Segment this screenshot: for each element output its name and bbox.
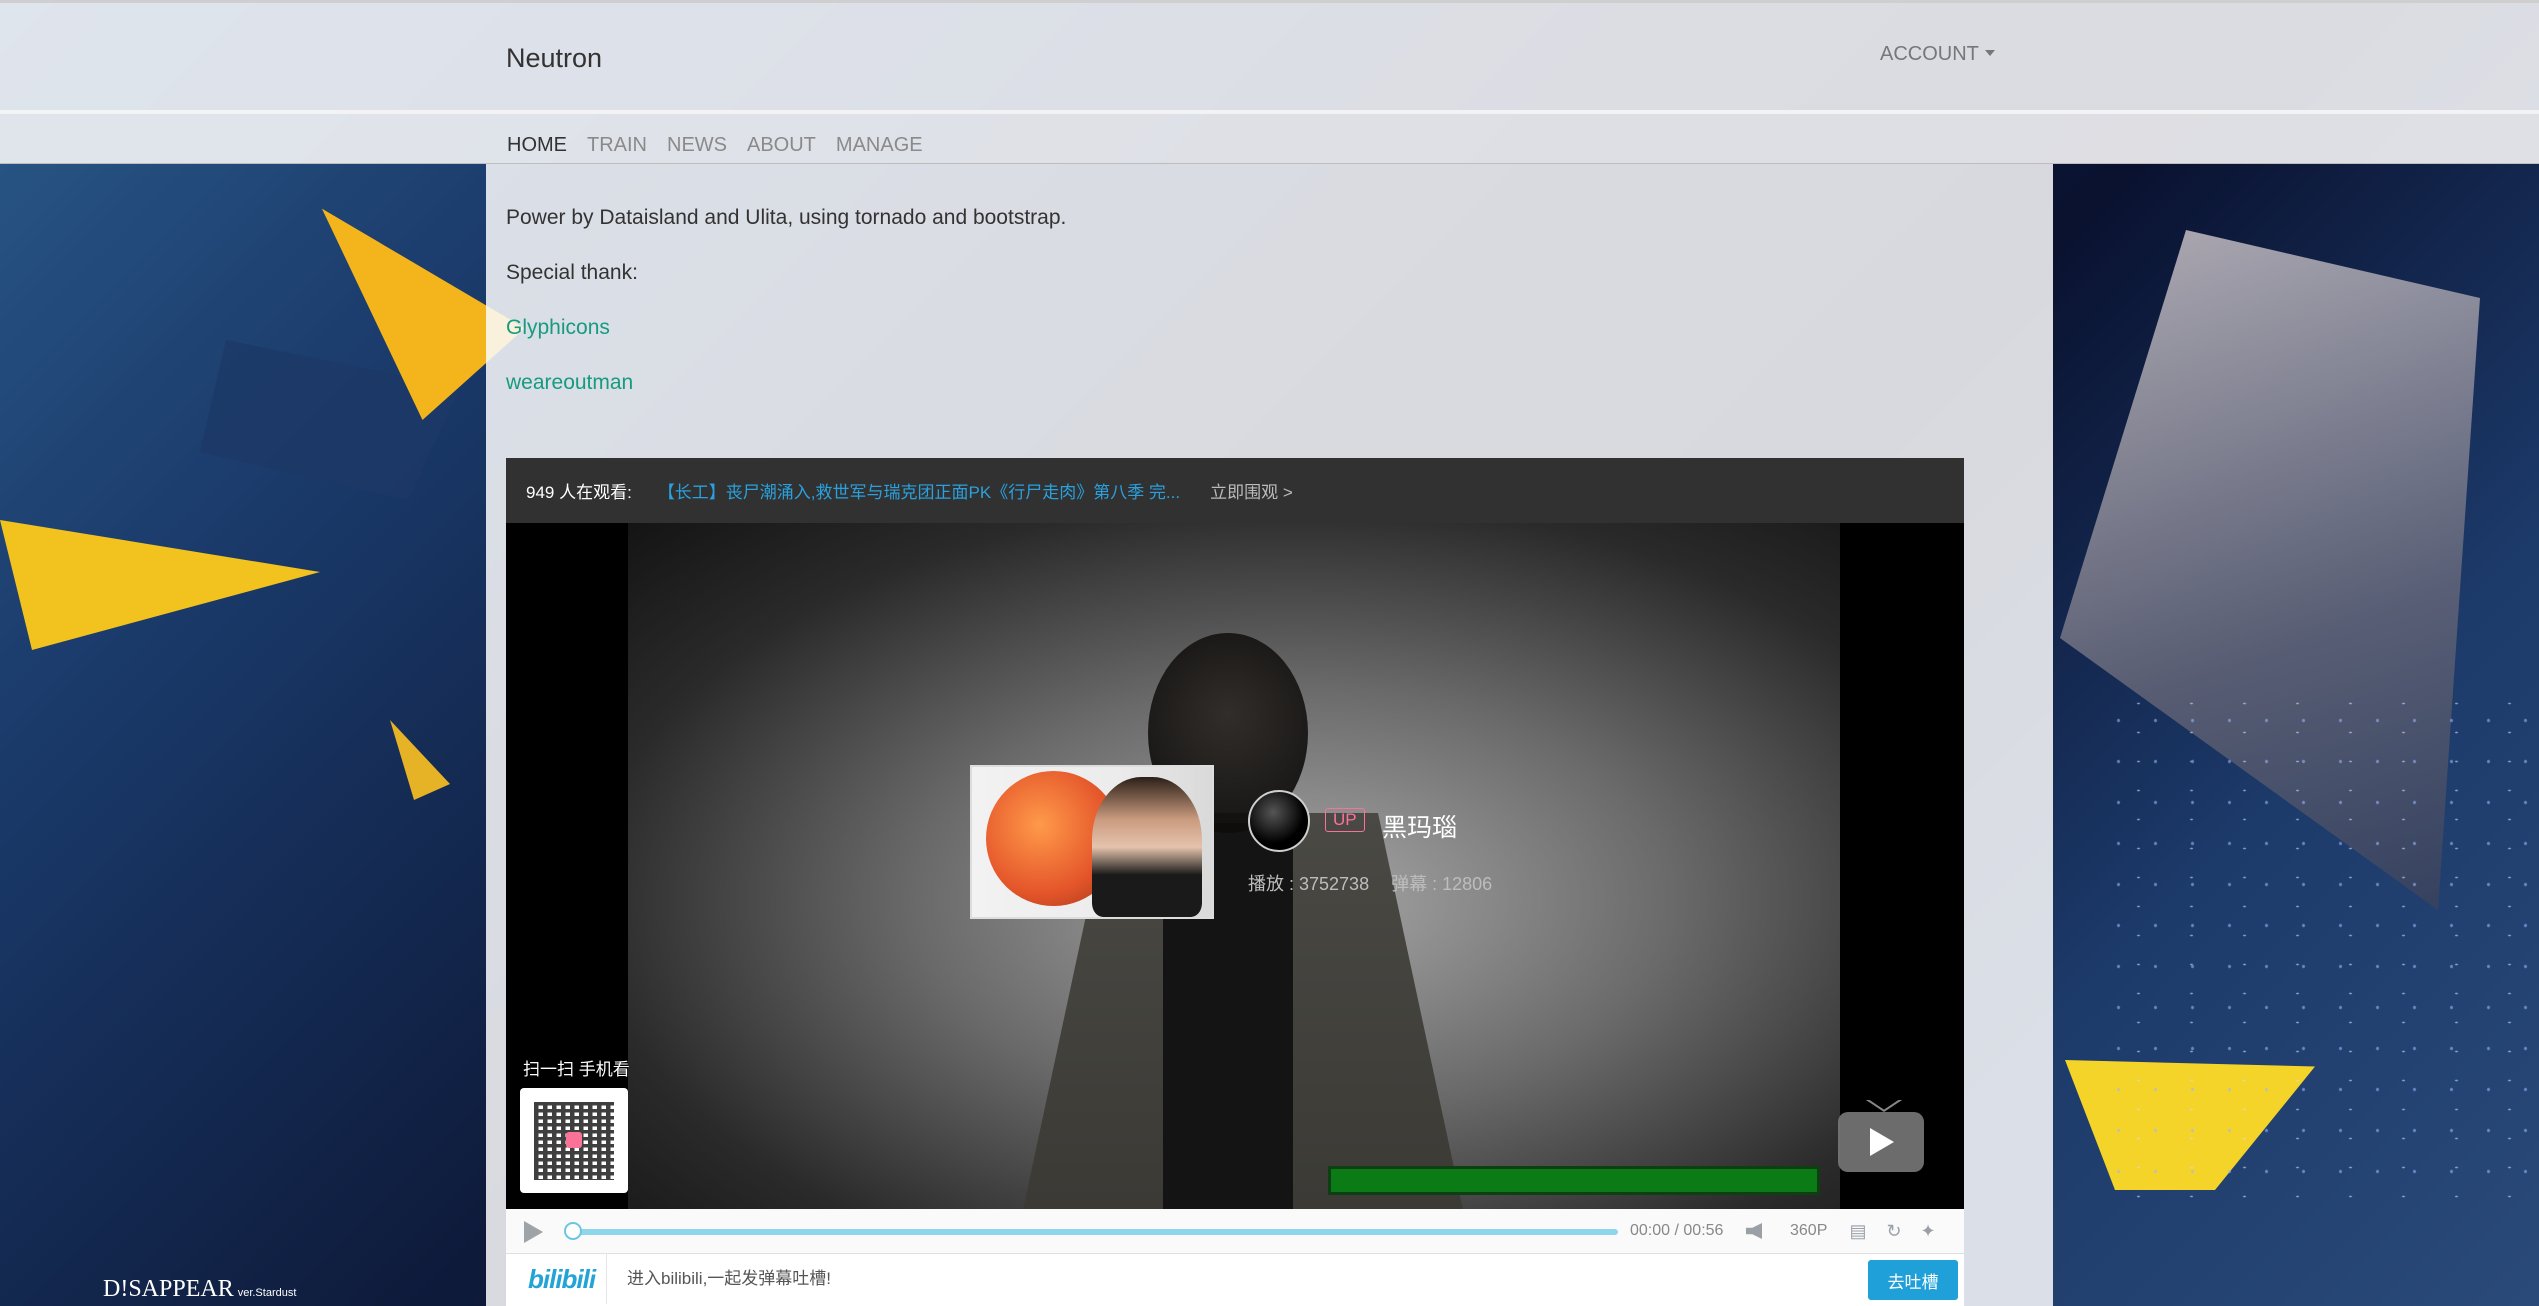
background-shard: [0, 520, 320, 650]
live-viewer-count: 949 人在观看:: [526, 483, 632, 502]
background-shard: [390, 720, 450, 800]
danmaku-bar: bilibili 去吐槽: [506, 1254, 1964, 1306]
watermark-title: D!SAPPEAR: [103, 1276, 234, 1302]
link-weareoutman[interactable]: weareoutman: [506, 371, 633, 394]
bilibili-logo[interactable]: bilibili: [528, 1264, 596, 1295]
time-display: 00:00 / 00:56: [1630, 1222, 1723, 1240]
background-sparkles: [2100, 700, 2539, 1200]
danmaku-input[interactable]: [606, 1254, 1756, 1304]
watch-now-link[interactable]: 立即围观 >: [1210, 478, 1293, 503]
live-title-link[interactable]: 【长工】丧尸潮涌入,救世军与瑞克团正面PK《行尸走肉》第八季 完...: [658, 478, 1180, 503]
live-bar: 949 人在观看: 【长工】丧尸潮涌入,救世军与瑞克团正面PK《行尸走肉》第八季…: [506, 458, 1964, 523]
uploader-name[interactable]: 黑玛瑙: [1382, 808, 1457, 844]
play-button[interactable]: [524, 1221, 543, 1243]
quality-selector[interactable]: 360P: [1790, 1222, 1827, 1240]
progress-knob[interactable]: [564, 1222, 582, 1240]
qr-label: 扫一扫 手机看: [523, 1060, 630, 1079]
nav-news[interactable]: NEWS: [657, 124, 737, 167]
time-current: 00:00: [1630, 1222, 1671, 1239]
uploader-avatar[interactable]: [1248, 790, 1310, 852]
video-frame[interactable]: [628, 523, 1840, 1209]
nav-links: HOME TRAIN NEWS ABOUT MANAGE: [497, 124, 933, 167]
thumbnail-person: [1092, 777, 1202, 917]
play-count: 播放 : 3752738: [1248, 874, 1370, 894]
volume-icon[interactable]: [1746, 1223, 1762, 1239]
bilibili-mini-icon: [566, 1132, 582, 1148]
player-controls: 00:00 / 00:56 360P ▤ ↻ ✦: [506, 1209, 1964, 1254]
nav-about[interactable]: ABOUT: [737, 124, 826, 167]
time-total: 00:56: [1683, 1222, 1724, 1239]
fullscreen-icon[interactable]: ✦: [1918, 1221, 1938, 1241]
up-badge: UP: [1325, 808, 1365, 832]
nav-manage[interactable]: MANAGE: [826, 124, 933, 167]
about-content: Power by Dataisland and Ulita, using tor…: [506, 206, 1066, 426]
loop-icon[interactable]: ↻: [1884, 1221, 1904, 1241]
nav-bar: HOME TRAIN NEWS ABOUT MANAGE: [0, 110, 2539, 164]
send-danmaku-button[interactable]: 去吐槽: [1868, 1260, 1958, 1300]
green-overlay-bar: [1328, 1166, 1820, 1195]
qr-code: [520, 1088, 628, 1193]
caret-down-icon: [1984, 49, 1995, 56]
danmaku-count: 弹幕 : 12806: [1391, 874, 1493, 894]
account-dropdown[interactable]: ACCOUNT: [1880, 43, 1995, 66]
top-header: Neutron ACCOUNT: [0, 0, 2539, 114]
play-icon: [1870, 1128, 1894, 1156]
account-label: ACCOUNT: [1880, 43, 1979, 65]
nav-train[interactable]: TRAIN: [577, 124, 657, 167]
video-stats: 播放 : 3752738 弹幕 : 12806: [1248, 870, 1492, 896]
special-thanks-label: Special thank:: [506, 261, 638, 284]
video-thumbnail[interactable]: [970, 765, 1214, 919]
disappear-watermark: D!SAPPEAR ver.Stardust: [103, 1276, 296, 1303]
link-glyphicons[interactable]: Glyphicons: [506, 316, 610, 339]
danmaku-toggle-icon[interactable]: ▤: [1848, 1221, 1868, 1241]
watermark-version: ver.Stardust: [237, 1287, 297, 1299]
powered-by-text: Power by Dataisland and Ulita, using tor…: [506, 206, 1067, 229]
time-separator: /: [1674, 1222, 1679, 1239]
progress-bar[interactable]: [572, 1229, 1618, 1235]
nav-home[interactable]: HOME: [497, 124, 577, 167]
brand-logo[interactable]: Neutron: [506, 43, 602, 74]
